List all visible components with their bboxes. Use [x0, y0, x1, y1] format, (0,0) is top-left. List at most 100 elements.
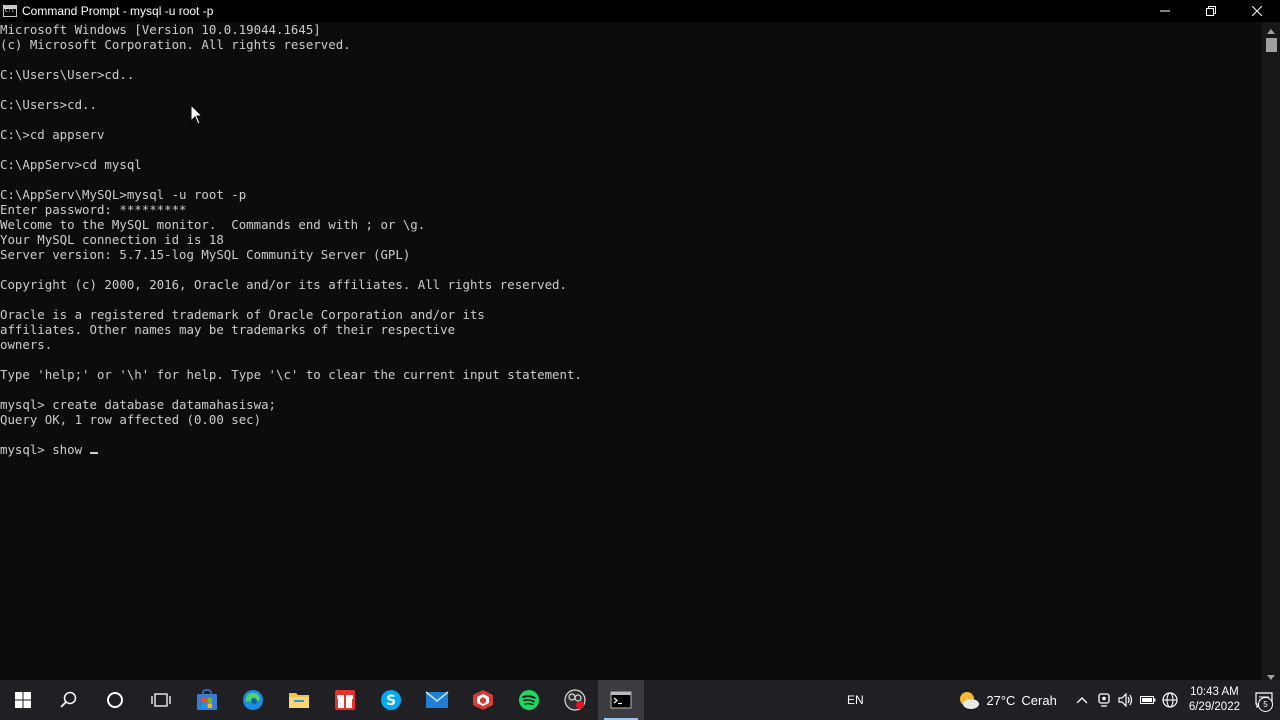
obs-icon: [564, 689, 586, 711]
terminal-line: C:\AppServ\MySQL>mysql -u root -p: [0, 187, 247, 202]
terminal-line: affiliates. Other names may be trademark…: [0, 322, 456, 337]
windows-start-icon: [15, 692, 31, 708]
window-title: Command Prompt - mysql -u root -p: [22, 4, 214, 18]
terminal-line: Oracle is a registered trademark of Orac…: [0, 307, 485, 322]
meet-now-button[interactable]: [1093, 693, 1115, 707]
terminal-line: mysql> create database datamahasiswa;: [0, 397, 277, 412]
window-controls: [1142, 0, 1280, 22]
speaker-icon: [1118, 693, 1132, 707]
file-explorer-button[interactable]: [276, 680, 322, 720]
webcam-icon: [1098, 693, 1110, 707]
spotify-icon: [519, 690, 539, 710]
gift-app-icon: [335, 690, 355, 710]
taskbar: S EN 27°C Cerah 10:43 AM 6/29/2022 5: [0, 680, 1280, 720]
cortana-button[interactable]: [92, 680, 138, 720]
command-prompt-window-icon[interactable]: [3, 5, 17, 17]
command-prompt-taskbar-button[interactable]: [598, 680, 644, 720]
minimize-icon: [1160, 10, 1170, 12]
vertical-scrollbar[interactable]: [1262, 22, 1280, 686]
terminal-line: C:\Users\User>cd..: [0, 67, 135, 82]
title-bar[interactable]: Command Prompt - mysql -u root -p: [0, 0, 1280, 22]
network-button[interactable]: [1159, 692, 1181, 708]
scroll-down-arrow-icon: [1267, 674, 1275, 680]
sketchup-button[interactable]: [460, 680, 506, 720]
current-input: mysql> show: [0, 442, 90, 457]
skype-button[interactable]: S: [368, 680, 414, 720]
notification-count-badge: 5: [1258, 697, 1273, 712]
terminal-line: Microsoft Windows [Version 10.0.19044.16…: [0, 22, 321, 37]
terminal-line: Welcome to the MySQL monitor. Commands e…: [0, 217, 426, 232]
search-icon: [60, 691, 77, 708]
start-button[interactable]: [0, 680, 46, 720]
cortana-icon: [107, 692, 123, 708]
sketchup-icon: [473, 690, 493, 710]
terminal-line: Type 'help;' or '\h' for help. Type '\c'…: [0, 367, 582, 382]
skype-icon: S: [381, 690, 401, 710]
system-tray: 27°C Cerah 10:43 AM 6/29/2022 5: [958, 680, 1280, 720]
clock-time: 10:43 AM: [1190, 686, 1239, 698]
terminal-line: C:\>cd appserv: [0, 127, 105, 142]
gift-app-button[interactable]: [322, 680, 368, 720]
microsoft-store-button[interactable]: [184, 680, 230, 720]
terminal-line: Enter password: *********: [0, 202, 187, 217]
close-icon: [1252, 6, 1262, 16]
restore-icon: [1206, 6, 1216, 16]
search-button[interactable]: [46, 680, 92, 720]
terminal-line: Server version: 5.7.15-log MySQL Communi…: [0, 247, 411, 262]
spotify-button[interactable]: [506, 680, 552, 720]
restore-button[interactable]: [1188, 0, 1234, 22]
minimize-button[interactable]: [1142, 0, 1188, 22]
terminal-line: C:\AppServ>cd mysql: [0, 157, 142, 172]
notification-center-button[interactable]: 5: [1248, 680, 1280, 720]
weather-temperature: 27°C: [986, 692, 1016, 708]
obs-button[interactable]: [552, 680, 598, 720]
scrollbar-thumb[interactable]: [1266, 38, 1277, 52]
mail-icon: [425, 691, 449, 708]
svg-text:S: S: [386, 693, 396, 709]
terminal-line: Your MySQL connection id is 18: [0, 232, 224, 247]
edge-button[interactable]: [230, 680, 276, 720]
mail-button[interactable]: [414, 680, 460, 720]
microsoft-store-icon: [197, 689, 217, 710]
input-language[interactable]: EN: [847, 680, 864, 720]
weather-sun-cloud-icon: [960, 692, 980, 709]
terminal-line: Copyright (c) 2000, 2016, Oracle and/or …: [0, 277, 567, 292]
terminal-line: C:\Users>cd..: [0, 97, 97, 112]
chevron-up-icon: [1076, 697, 1088, 704]
terminal-line: (c) Microsoft Corporation. All rights re…: [0, 37, 351, 52]
scroll-up-button[interactable]: [1262, 24, 1280, 38]
volume-button[interactable]: [1115, 693, 1137, 707]
weather-condition: Cerah: [1021, 692, 1057, 708]
terminal-lines: Microsoft Windows [Version 10.0.19044.16…: [0, 22, 1262, 442]
clock-date: 6/29/2022: [1188, 701, 1240, 713]
battery-icon: [1139, 696, 1156, 704]
command-prompt-icon: [610, 691, 632, 709]
terminal-input-line[interactable]: mysql> show: [0, 442, 1262, 457]
task-view-button[interactable]: [138, 680, 184, 720]
terminal-output[interactable]: Microsoft Windows [Version 10.0.19044.16…: [0, 22, 1262, 686]
text-cursor: [89, 452, 98, 454]
terminal-line: Query OK, 1 row affected (0.00 sec): [0, 412, 262, 427]
battery-button[interactable]: [1137, 695, 1159, 705]
close-button[interactable]: [1234, 0, 1280, 22]
weather-widget[interactable]: 27°C Cerah: [958, 690, 1057, 710]
terminal-line: owners.: [0, 337, 53, 352]
edge-icon: [243, 690, 263, 710]
task-view-icon: [151, 693, 171, 707]
scroll-up-arrow-icon: [1267, 28, 1275, 34]
globe-network-icon: [1162, 692, 1178, 708]
clock[interactable]: 10:43 AM 6/29/2022: [1189, 685, 1240, 715]
show-hidden-icons-button[interactable]: [1071, 696, 1093, 704]
file-explorer-icon: [289, 693, 309, 708]
mouse-pointer-icon: [191, 105, 203, 125]
